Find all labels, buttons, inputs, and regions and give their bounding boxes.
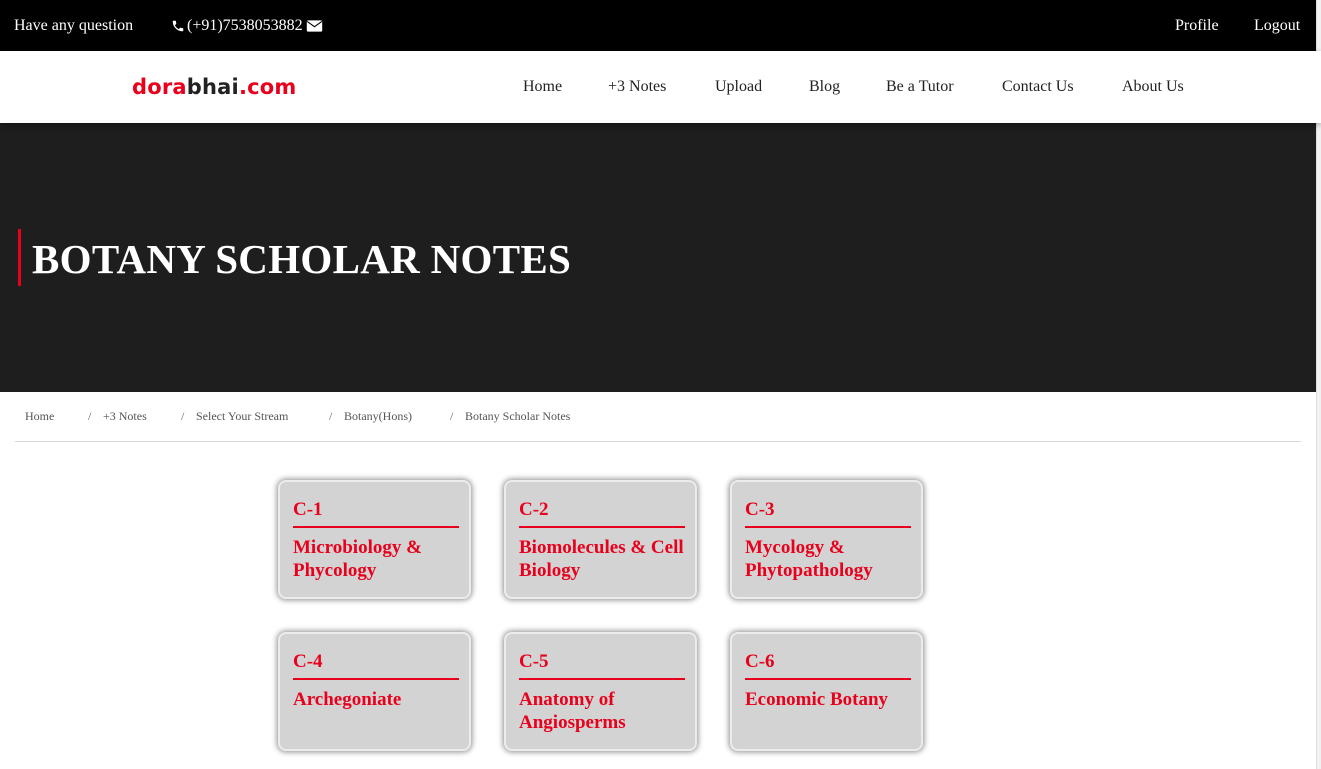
breadcrumb: Home / +3 Notes / Select Your Stream / B… (0, 392, 1321, 442)
course-card-c4[interactable]: C-4 Archegoniate (278, 632, 471, 751)
card-code: C-1 (293, 499, 323, 520)
card-title: Economic Botany (745, 689, 889, 710)
card-title: Archegoniate (293, 689, 402, 710)
course-card-c3[interactable]: C-3 Mycology & Phytopathology (730, 480, 923, 599)
card-title: Biomolecules & Cell Biology (519, 537, 684, 581)
phone-number: (+91)7538053882 (187, 17, 303, 34)
breadcrumb-select-stream[interactable]: Select Your Stream (196, 409, 288, 424)
course-card-c1[interactable]: C-1 Microbiology & Phycology (278, 480, 471, 599)
card-title: Anatomy of Angiosperms (519, 689, 626, 733)
page-title: BOTANY SCHOLAR NOTES (32, 236, 572, 282)
breadcrumb-separator: / (450, 409, 454, 423)
card-code: C-3 (745, 499, 775, 520)
logout-link[interactable]: Logout (1254, 17, 1300, 35)
nav-contact-us[interactable]: Contact Us (1002, 78, 1074, 96)
site-logo[interactable]: dorabhai.com (132, 75, 297, 99)
card-divider (519, 678, 685, 680)
hero-banner: BOTANY SCHOLAR NOTES (0, 123, 1321, 392)
breadcrumb-divider (15, 441, 1301, 442)
breadcrumb-botany-hons[interactable]: Botany(Hons) (344, 409, 412, 424)
course-card-c2[interactable]: C-2 Biomolecules & Cell Biology (504, 480, 697, 599)
card-title: Mycology & Phytopathology (745, 537, 873, 581)
breadcrumb-home[interactable]: Home (25, 409, 54, 424)
card-code: C-4 (293, 651, 323, 672)
breadcrumb-separator: / (329, 409, 333, 423)
envelope-icon[interactable] (306, 19, 323, 33)
profile-link[interactable]: Profile (1175, 17, 1219, 35)
breadcrumb-separator: / (181, 409, 185, 423)
breadcrumb-separator: / (88, 409, 92, 423)
card-code: C-6 (745, 651, 775, 672)
card-code: C-2 (519, 499, 549, 520)
top-bar: Have any question (+91)7538053882 Profil… (0, 0, 1321, 51)
course-card-c6[interactable]: C-6 Economic Botany (730, 632, 923, 751)
card-divider (745, 678, 911, 680)
card-divider (519, 526, 685, 528)
contact-question-text: Have any question (14, 17, 134, 34)
card-divider (293, 678, 459, 680)
nav-home[interactable]: Home (523, 78, 562, 96)
breadcrumb-current: Botany Scholar Notes (465, 409, 571, 423)
nav-be-a-tutor[interactable]: Be a Tutor (886, 78, 954, 96)
card-title: Microbiology & Phycology (293, 537, 422, 581)
breadcrumb-plus3-notes[interactable]: +3 Notes (103, 409, 147, 424)
card-divider (293, 526, 459, 528)
nav-about-us[interactable]: About Us (1122, 78, 1184, 96)
course-card-c5[interactable]: C-5 Anatomy of Angiosperms (504, 632, 697, 751)
card-code: C-5 (519, 651, 549, 672)
nav-blog[interactable]: Blog (809, 78, 840, 96)
main-navbar: dorabhai.com Home +3 Notes Upload Blog B… (0, 51, 1321, 123)
nav-upload[interactable]: Upload (715, 78, 762, 96)
phone-icon (171, 19, 185, 33)
contact-phone: (+91)7538053882 (171, 17, 323, 35)
card-divider (745, 526, 911, 528)
nav-plus3-notes[interactable]: +3 Notes (608, 78, 666, 96)
title-accent-bar (18, 229, 21, 286)
